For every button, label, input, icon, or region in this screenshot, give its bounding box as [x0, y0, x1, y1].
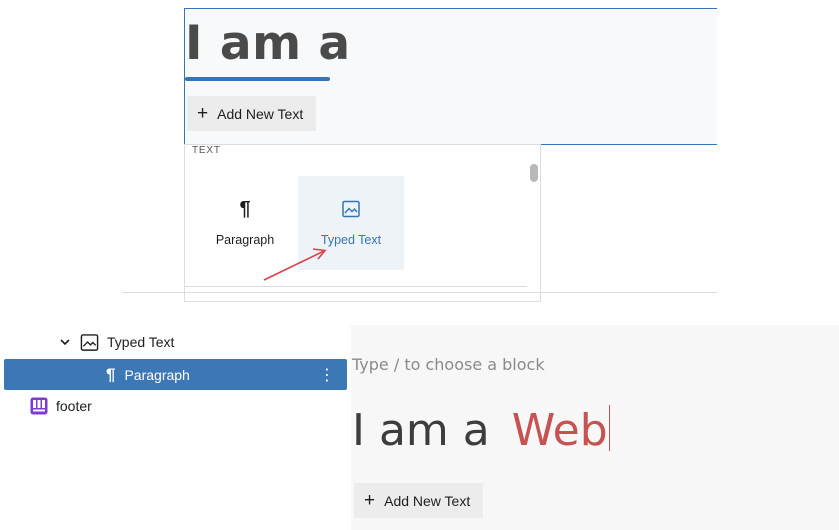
list-view-item-label: Typed Text — [107, 334, 175, 350]
pilcrow-icon: ¶ — [106, 364, 116, 384]
top-add-new-text-label: Add New Text — [217, 105, 304, 122]
chevron-down-icon[interactable] — [58, 338, 72, 346]
list-view-item-label: footer — [56, 398, 92, 414]
more-options-icon[interactable]: ⋮ — [319, 365, 335, 385]
annotation-arrow-icon — [263, 248, 327, 281]
bottom-add-new-text-label: Add New Text — [384, 492, 471, 509]
list-view-item-paragraph[interactable]: ¶ Paragraph ⋮ — [4, 359, 347, 390]
inserter-category-label: TEXT — [192, 145, 221, 156]
top-add-new-text-button[interactable]: + Add New Text — [187, 96, 316, 131]
image-icon — [80, 333, 99, 352]
plus-icon: + — [364, 490, 376, 511]
list-view-item-typed-text[interactable]: Typed Text — [58, 327, 174, 357]
list-view-item-footer[interactable]: footer — [30, 391, 92, 421]
block-placeholder[interactable]: Type / to choose a block — [352, 355, 545, 374]
inserter-scrollbar[interactable] — [530, 164, 538, 182]
template-part-icon — [30, 397, 48, 415]
top-heading[interactable]: I am a — [185, 14, 351, 74]
heading-typed-text: Web — [511, 405, 608, 456]
inserter-divider — [185, 286, 527, 287]
page-divider — [122, 292, 717, 293]
top-heading-underline — [185, 77, 330, 81]
bottom-add-new-text-button[interactable]: + Add New Text — [354, 483, 483, 518]
image-icon — [341, 198, 361, 220]
plus-icon: + — [197, 103, 209, 124]
heading-static-text: I am a — [352, 405, 490, 456]
typed-text-heading[interactable]: I am a Web — [352, 403, 611, 459]
pilcrow-icon: ¶ — [239, 197, 251, 220]
text-caret — [608, 405, 611, 451]
list-view-item-label: Paragraph — [124, 366, 190, 383]
